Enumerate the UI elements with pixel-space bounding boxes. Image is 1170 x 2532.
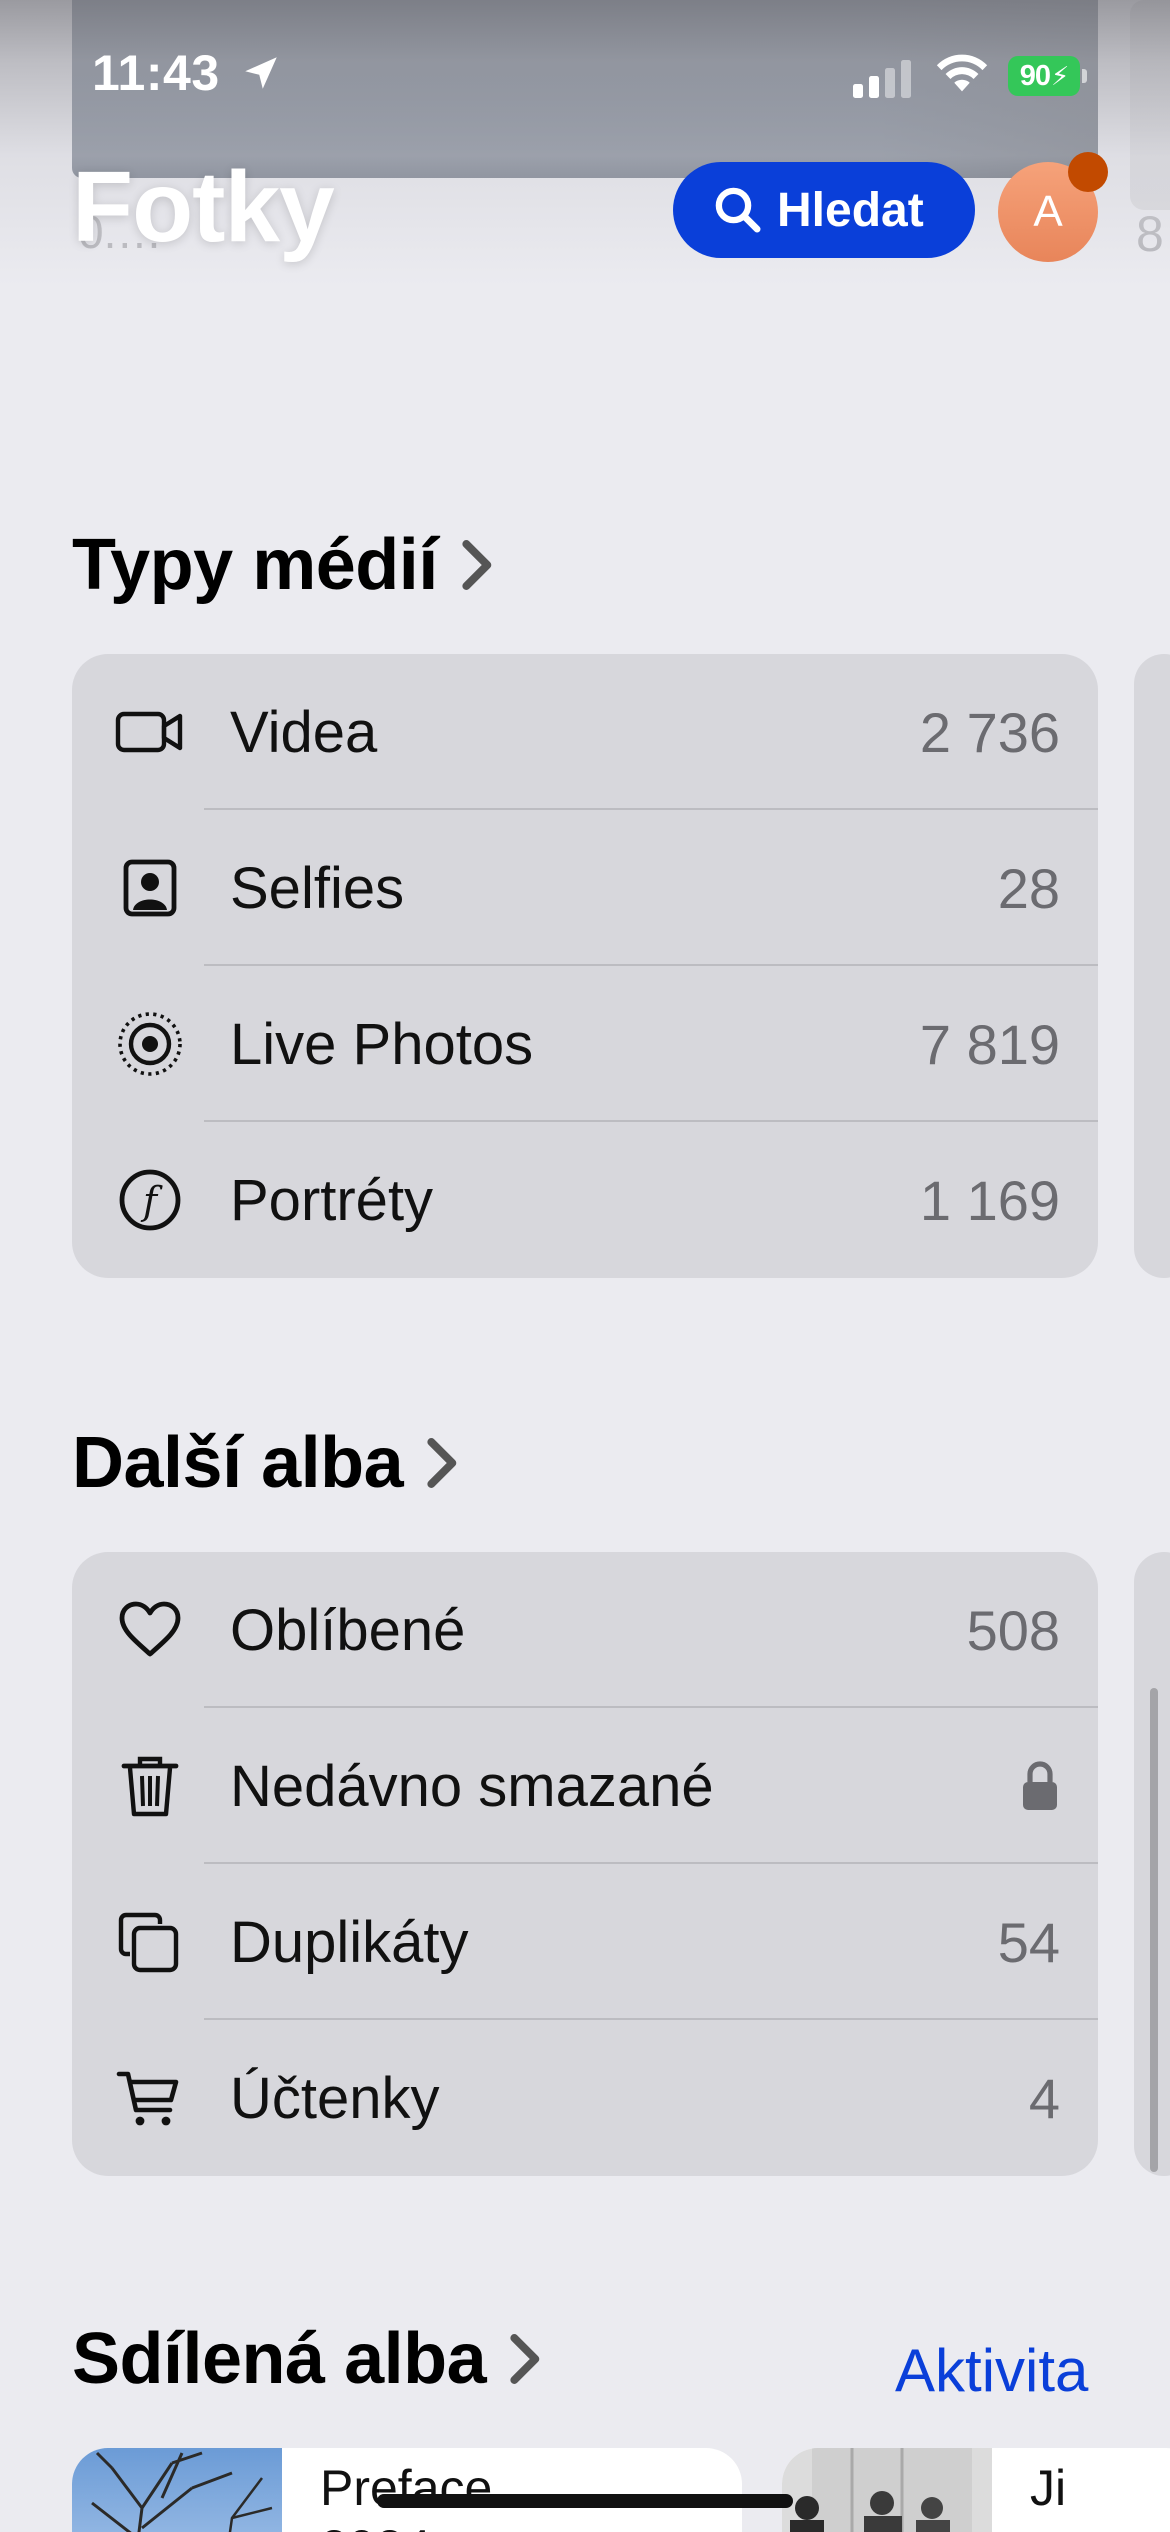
list-item-duplicates[interactable]: Duplikáty 54 (72, 1864, 1098, 2020)
status-time: 11:43 (92, 45, 220, 101)
list-item-recently-deleted[interactable]: Nedávno smazané (72, 1708, 1098, 1864)
heart-icon (119, 1601, 181, 1657)
item-count: 4 (1028, 2066, 1060, 2130)
trash-icon (121, 1756, 179, 1817)
battery-indicator: 90 ⚡ (1008, 56, 1087, 96)
search-button-label: Hledat (777, 183, 924, 237)
cart-icon (116, 2071, 179, 2126)
media-types-card: Videa 2 736 Selfies 28 Live Photos 7 819 (72, 654, 1098, 1278)
live-photo-icon (118, 1012, 182, 1076)
item-label: Nedávno smazané (230, 1753, 714, 1819)
item-label: Videa (230, 699, 378, 765)
item-count: 28 (997, 856, 1060, 920)
next-card-peek (1134, 654, 1170, 1278)
item-label: Portréty (230, 1167, 434, 1233)
other-albums-card: Oblíbené 508 Nedávno smazané Duplikáty 5… (72, 1552, 1098, 2176)
battery-level: 90 ⚡ (1008, 56, 1080, 96)
section-title: Další alba (72, 1423, 404, 1503)
underlying-caption-right: 8 (1136, 206, 1164, 262)
section-header-media-types[interactable]: Typy médií (72, 524, 500, 606)
item-count: 54 (997, 1910, 1060, 1974)
lock-icon (1023, 1761, 1057, 1810)
chevron-right-icon (510, 2334, 540, 2384)
wifi-icon (936, 54, 988, 92)
activity-link[interactable]: Aktivita (895, 2336, 1088, 2405)
album-thumbnail (782, 2448, 992, 2532)
item-label: Oblíbené (230, 1597, 466, 1663)
aperture-f-icon: f (119, 1169, 181, 1231)
search-button[interactable]: Hledat (673, 162, 975, 258)
item-count: 7 819 (919, 1012, 1060, 1076)
shared-album-card[interactable]: Ji (782, 2448, 1170, 2532)
chevron-right-icon (462, 540, 492, 590)
page-title: Fotky (72, 151, 335, 263)
item-label: Live Photos (230, 1011, 534, 1077)
list-item-favorites[interactable]: Oblíbené 508 (72, 1552, 1098, 1708)
item-label: Účtenky (230, 2065, 440, 2131)
home-indicator[interactable] (377, 2494, 793, 2508)
svg-text:f: f (140, 1179, 163, 1223)
search-icon (715, 187, 761, 233)
item-count: 508 (966, 1598, 1060, 1662)
list-item-videos[interactable]: Videa 2 736 (72, 654, 1098, 810)
album-thumbnail (72, 2448, 282, 2532)
item-label: Duplikáty (230, 1909, 469, 1975)
photos-app: 0.… 8 11:43 90 ⚡ Fotky Hledat A Typy méd… (0, 0, 1170, 2532)
cellular-signal-icon (853, 60, 911, 98)
list-item-portraits[interactable]: f Portréty 1 169 (72, 1122, 1098, 1278)
scrollbar[interactable] (1150, 1688, 1158, 2172)
album-name: Ji (1030, 2460, 1067, 2516)
list-item-live-photos[interactable]: Live Photos 7 819 (72, 966, 1098, 1122)
item-label: Selfies (230, 855, 405, 921)
notification-badge (1068, 152, 1108, 192)
video-camera-icon (115, 711, 183, 753)
avatar-initial: A (1033, 187, 1063, 236)
section-header-shared-albums[interactable]: Sdílená alba (72, 2318, 548, 2400)
location-arrow-icon (245, 57, 277, 89)
section-title: Typy médií (72, 525, 438, 605)
person-portrait-icon (123, 859, 177, 917)
section-title: Sdílená alba (72, 2319, 487, 2399)
status-bar: 11:43 90 ⚡ (0, 0, 1170, 150)
chevron-right-icon (427, 1438, 457, 1488)
list-item-selfies[interactable]: Selfies 28 (72, 810, 1098, 966)
list-item-receipts[interactable]: Účtenky 4 (72, 2020, 1098, 2176)
item-count: 2 736 (919, 700, 1060, 764)
shared-album-card[interactable]: Preface 2024 (72, 2448, 742, 2532)
item-count: 1 169 (919, 1168, 1060, 1232)
duplicate-icon (118, 1912, 179, 1973)
section-header-other-albums[interactable]: Další alba (72, 1422, 465, 1504)
